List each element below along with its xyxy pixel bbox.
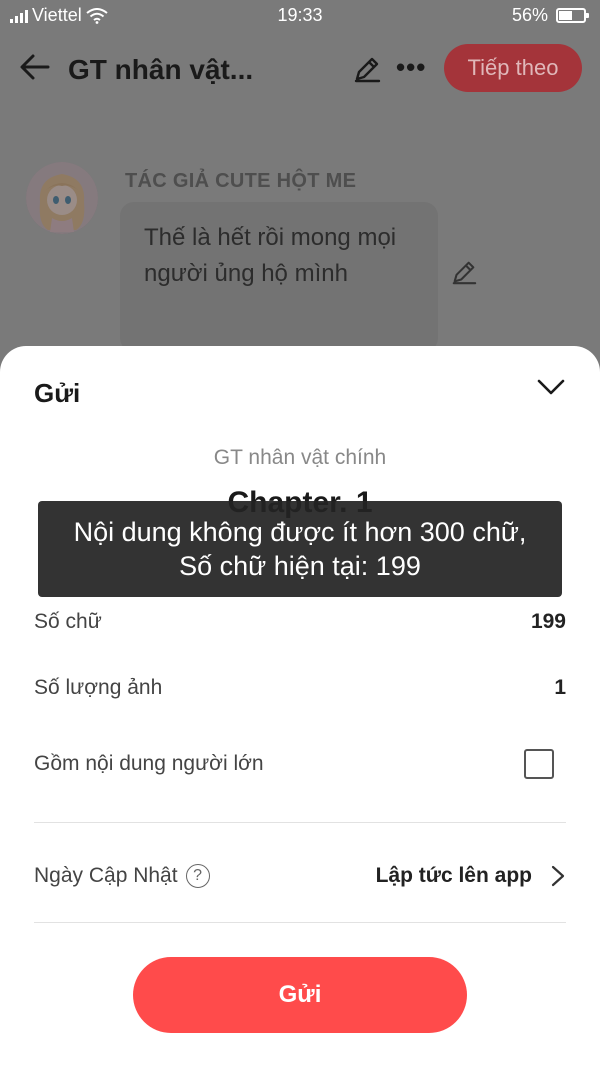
submit-button[interactable]: Gửi [133, 957, 467, 1033]
message-bubble: Thế là hết rồi mong mọi người ủng hộ mìn… [120, 202, 438, 352]
help-icon[interactable]: ? [185, 864, 210, 888]
more-options-icon[interactable]: ••• [396, 52, 426, 83]
clock: 19:33 [277, 5, 323, 25]
update-date-value: Lập tức lên app [375, 864, 532, 887]
toast-line-2: Số chữ hiện tại: 199 [179, 551, 421, 581]
submit-bottom-sheet: Gửi GT nhân vật chính Chapter. 1 Số chữ … [0, 346, 600, 1067]
toast-line-1: Nội dung không được ít hơn 300 chữ, [73, 517, 527, 547]
update-date-selector[interactable]: Lập tức lên app [376, 864, 566, 888]
divider [34, 922, 566, 923]
adult-content-checkbox[interactable] [524, 749, 554, 779]
chevron-down-icon[interactable] [534, 370, 568, 404]
image-count-value: 1 [554, 676, 566, 699]
update-date-label-group: Ngày Cập Nhật ? [34, 864, 210, 888]
edit-pencil-icon[interactable] [352, 54, 382, 84]
page-title: GT nhân vật... [68, 54, 254, 85]
battery-fill [559, 11, 572, 20]
author-name: TÁC GIẢ CUTE HỘT ME [125, 170, 357, 192]
divider [34, 822, 566, 823]
battery-group: 56% [511, 5, 589, 26]
avatar [26, 162, 98, 234]
next-button[interactable]: Tiếp theo [444, 44, 582, 92]
update-date-row[interactable]: Ngày Cập Nhật ? Lập tức lên app [34, 856, 566, 896]
app-header: GT nhân vật... ••• Tiếp theo [0, 32, 600, 106]
back-arrow-icon[interactable] [18, 50, 52, 84]
battery-icon [556, 8, 589, 23]
battery-percent: 56% [511, 5, 548, 25]
error-toast: Nội dung không được ít hơn 300 chữ, Số c… [38, 501, 562, 597]
sheet-title: Gửi [34, 378, 81, 408]
image-count-row: Số lượng ảnh 1 [34, 668, 566, 708]
edit-pencil-icon[interactable] [450, 258, 478, 286]
word-count-label: Số chữ [34, 610, 102, 633]
update-date-label: Ngày Cập Nhật [34, 864, 178, 887]
chevron-right-icon [551, 865, 565, 887]
image-count-label: Số lượng ảnh [34, 676, 163, 699]
status-bar: Viettel 19:33 56% [0, 0, 600, 32]
story-name: GT nhân vật chính [213, 446, 387, 469]
adult-content-row: Gồm nội dung người lớn [34, 744, 566, 784]
word-count-row: Số chữ 199 [34, 602, 566, 642]
word-count-value: 199 [530, 610, 566, 633]
adult-content-label: Gồm nội dung người lớn [34, 752, 264, 775]
